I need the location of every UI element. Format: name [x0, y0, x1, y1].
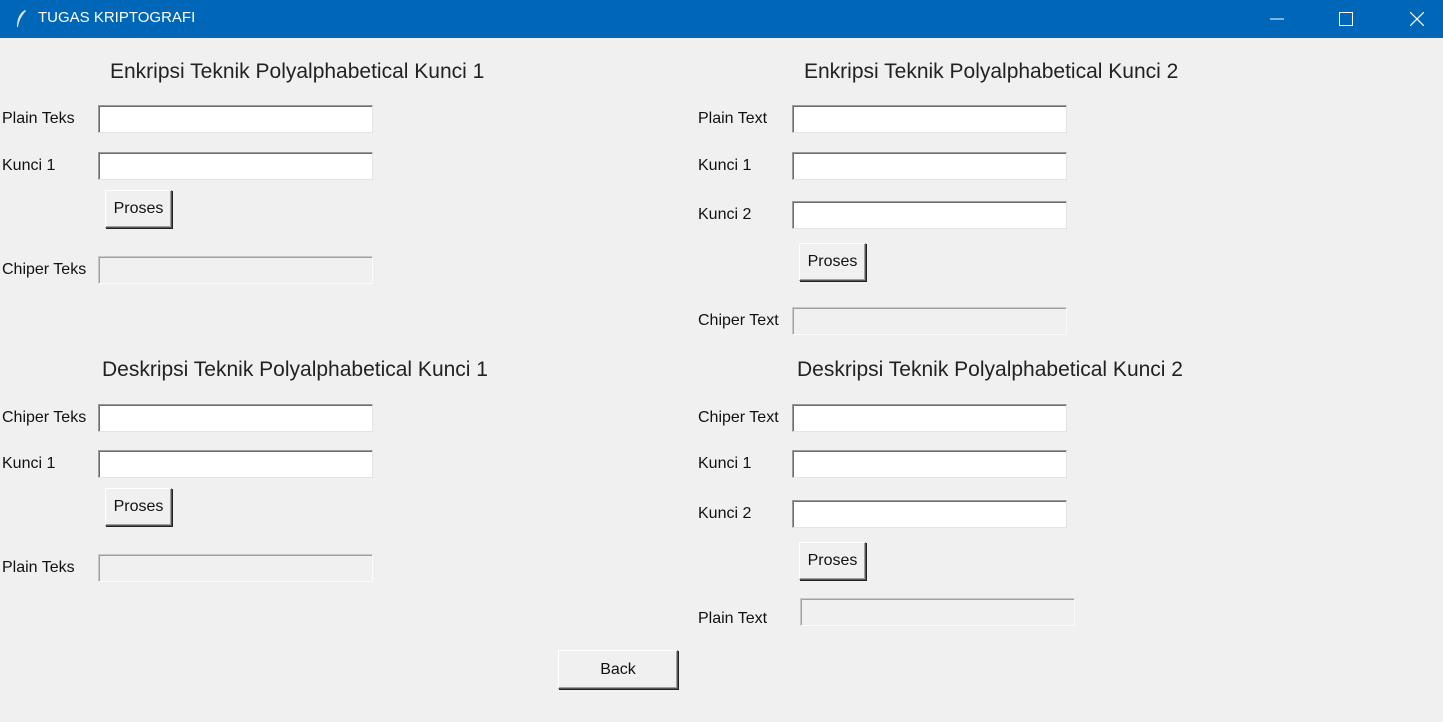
enc2-key2-input[interactable]	[792, 201, 1067, 229]
dec1-plain-output[interactable]	[98, 554, 373, 582]
dec2-process-button[interactable]: Proses	[799, 542, 866, 580]
dec2-key1-input[interactable]	[792, 450, 1067, 478]
dec1-key1-input[interactable]	[98, 450, 373, 478]
dec1-cipher-label: Chiper Teks	[2, 409, 87, 426]
close-button[interactable]	[1394, 0, 1440, 38]
enc1-plain-label: Plain Teks	[2, 110, 75, 127]
dec2-key2-input[interactable]	[792, 500, 1067, 528]
enc1-process-button[interactable]: Proses	[105, 190, 172, 228]
enc2-plain-label: Plain Text	[698, 110, 768, 127]
back-button[interactable]: Back	[558, 650, 678, 689]
enc1-plain-input[interactable]	[98, 105, 373, 133]
enc2-plain-input[interactable]	[792, 105, 1067, 133]
enc2-key1-label: Kunci 1	[698, 157, 752, 174]
enc2-key1-input[interactable]	[792, 152, 1067, 180]
dec1-plain-label: Plain Teks	[2, 559, 75, 576]
dec2-plain-output[interactable]	[800, 598, 1075, 626]
dec2-key2-label: Kunci 2	[698, 505, 752, 522]
close-icon	[1410, 12, 1424, 26]
enc1-cipher-label: Chiper Teks	[2, 261, 87, 278]
dec2-key1-label: Kunci 1	[698, 455, 752, 472]
dec1-heading: Deskripsi Teknik Polyalphabetical Kunci …	[102, 358, 488, 381]
maximize-button[interactable]	[1323, 0, 1369, 38]
enc2-process-button[interactable]: Proses	[799, 243, 866, 281]
enc2-cipher-output[interactable]	[792, 307, 1067, 335]
enc1-cipher-output[interactable]	[98, 256, 373, 284]
dec2-cipher-input[interactable]	[792, 404, 1067, 432]
title-bar: TUGAS KRIPTOGRAFI	[0, 0, 1443, 38]
enc2-heading: Enkripsi Teknik Polyalphabetical Kunci 2	[804, 60, 1179, 83]
dec2-plain-label: Plain Text	[698, 610, 768, 627]
enc2-cipher-label: Chiper Text	[698, 312, 779, 329]
minimize-icon	[1270, 18, 1284, 20]
enc2-key2-label: Kunci 2	[698, 206, 752, 223]
dec2-cipher-label: Chiper Text	[698, 409, 779, 426]
enc1-key1-label: Kunci 1	[2, 157, 56, 174]
dec1-key1-label: Kunci 1	[2, 455, 56, 472]
enc1-heading: Enkripsi Teknik Polyalphabetical Kunci 1	[110, 60, 485, 83]
dec1-cipher-input[interactable]	[98, 404, 373, 432]
enc1-key1-input[interactable]	[98, 152, 373, 180]
window-title: TUGAS KRIPTOGRAFI	[38, 9, 196, 26]
dec1-process-button[interactable]: Proses	[105, 488, 172, 526]
minimize-button[interactable]	[1254, 0, 1300, 38]
dec2-heading: Deskripsi Teknik Polyalphabetical Kunci …	[797, 358, 1183, 381]
feather-icon	[14, 9, 28, 29]
maximize-icon	[1339, 12, 1353, 26]
